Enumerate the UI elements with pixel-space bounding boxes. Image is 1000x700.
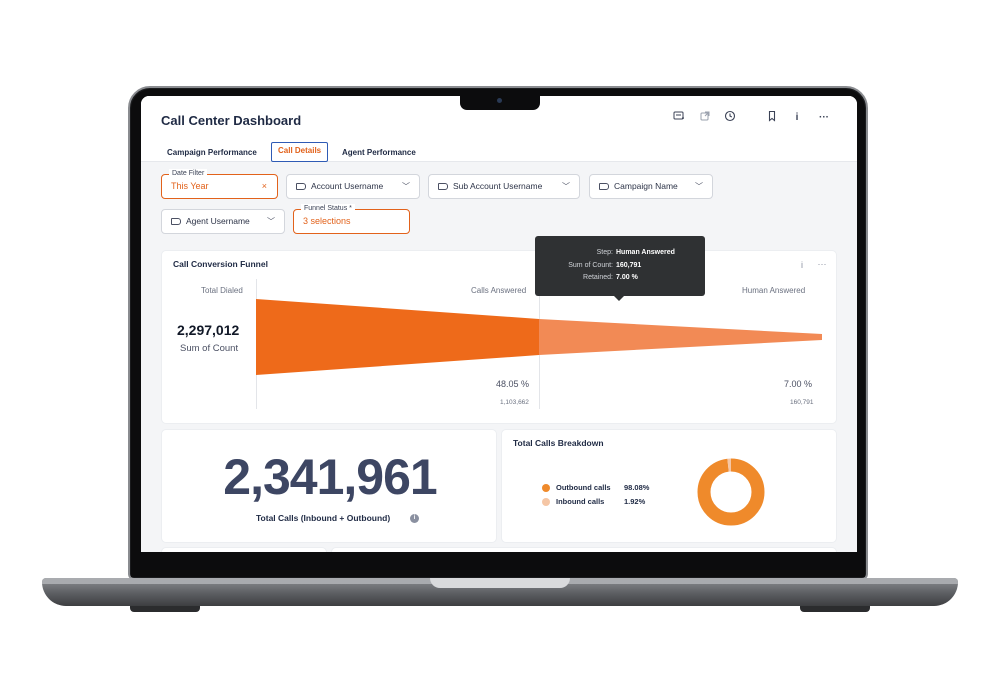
campaign-name-filter[interactable]: Campaign Name ﹀: [589, 174, 713, 199]
funnel-card-title: Call Conversion Funnel: [173, 259, 268, 269]
legend-value: 1.92%: [624, 497, 646, 506]
agent-username-filter[interactable]: Agent Username ﹀: [161, 209, 285, 234]
legend-swatch: [542, 498, 550, 506]
funnel-segment-calls-answered[interactable]: [256, 299, 539, 375]
date-filter-value: This Year: [171, 181, 209, 191]
chevron-down-icon: ﹀: [402, 182, 410, 191]
legend-name: Inbound calls: [556, 497, 605, 506]
agent-username-label: Agent Username: [186, 216, 250, 226]
info-icon[interactable]: i: [410, 514, 419, 523]
funnel-status-filter[interactable]: Funnel Status * 3 selections: [293, 204, 410, 234]
total-calls-label: Total Calls (Inbound + Outbound): [256, 513, 391, 523]
tag-icon: [296, 183, 306, 190]
tooltip-row: Step: Human Answered: [535, 249, 705, 259]
tooltip-value: 7.00 %: [616, 274, 638, 281]
tooltip-key: Retained:: [583, 274, 613, 281]
page-title: Call Center Dashboard: [161, 113, 302, 128]
tag-icon: [171, 218, 181, 225]
calls-answered-count: 1,103,662: [500, 399, 529, 406]
breakdown-donut-chart: [697, 458, 765, 526]
tooltip-value: 160,791: [616, 262, 642, 269]
tooltip-arrow: [614, 296, 624, 301]
breakdown-card-title: Total Calls Breakdown: [513, 438, 604, 448]
date-filter[interactable]: Date Filter This Year ×: [161, 169, 278, 199]
camera-notch: [460, 95, 540, 110]
laptop-chin: [131, 553, 865, 577]
funnel-segment-human-answered[interactable]: [539, 319, 822, 355]
total-calls-value: 2,341,961: [223, 449, 437, 505]
funnel-status-label: Funnel Status *: [301, 204, 355, 213]
total-calls-card: 2,341,961 Total Calls (Inbound + Outboun…: [161, 429, 497, 543]
funnel-chart: [256, 299, 822, 375]
tooltip-key: Step:: [596, 249, 613, 256]
bookmark-icon[interactable]: [764, 110, 780, 126]
clear-icon[interactable]: ×: [262, 175, 267, 198]
human-answered-pct: 7.00 %: [784, 379, 813, 389]
laptop-opening-groove: [430, 578, 570, 588]
legend-swatch: [542, 484, 550, 492]
chevron-down-icon: ﹀: [267, 217, 275, 226]
info-icon[interactable]: i: [794, 257, 810, 273]
info-icon[interactable]: i: [789, 110, 805, 126]
total-dialed-sub: Sum of Count: [180, 343, 239, 354]
bottom-card: [161, 547, 327, 552]
legend-value: 98.08%: [624, 483, 650, 492]
more-icon[interactable]: ···: [816, 110, 832, 126]
human-answered-count: 160,791: [790, 399, 814, 406]
sub-account-username-filter[interactable]: Sub Account Username ﹀: [428, 174, 580, 199]
filter-add-icon[interactable]: [671, 110, 687, 126]
chevron-down-icon: ﹀: [695, 182, 703, 191]
tooltip-key: Sum of Count:: [568, 262, 613, 269]
donut-slice-outbound[interactable]: [697, 458, 765, 526]
sub-account-username-label: Sub Account Username: [453, 181, 543, 191]
tab-agent-performance[interactable]: Agent Performance: [342, 144, 416, 162]
chevron-down-icon: ﹀: [562, 182, 570, 191]
date-filter-label: Date Filter: [169, 169, 208, 178]
tag-icon: [438, 183, 448, 190]
tab-campaign-performance[interactable]: Campaign Performance: [167, 144, 257, 162]
total-dialed-label: Total Dialed: [201, 286, 243, 295]
tooltip-row: Sum of Count: 160,791: [535, 262, 705, 272]
account-username-filter[interactable]: Account Username ﹀: [286, 174, 420, 199]
total-calls-breakdown-card: Total Calls Breakdown Outbound calls 98.…: [501, 429, 837, 543]
total-dialed-value: 2,297,012: [177, 322, 240, 338]
funnel-status-value: 3 selections: [303, 216, 351, 226]
dashboard-screen: Call Center Dashboard i ··· Campaign Per…: [141, 96, 857, 552]
tooltip-value: Human Answered: [616, 249, 675, 256]
external-link-icon[interactable]: [697, 110, 713, 126]
camera-icon: [497, 98, 502, 103]
step-human-answered-label: Human Answered: [742, 286, 806, 295]
tag-icon: [599, 183, 609, 190]
tab-call-details[interactable]: Call Details: [271, 142, 329, 162]
laptop-foot-right: [800, 606, 870, 612]
account-username-label: Account Username: [311, 181, 384, 191]
tooltip-row: Retained: 7.00 %: [535, 274, 705, 284]
bottom-card: [331, 547, 837, 552]
step-calls-answered-label: Calls Answered: [471, 286, 527, 295]
campaign-name-label: Campaign Name: [614, 181, 678, 191]
call-conversion-funnel-card: Call Conversion Funnel i ··· Total Diale…: [161, 250, 837, 424]
legend-name: Outbound calls: [556, 483, 611, 492]
funnel-tooltip: Step: Human Answered Sum of Count: 160,7…: [535, 236, 705, 301]
clock-icon[interactable]: [722, 110, 738, 126]
more-icon[interactable]: ···: [814, 256, 830, 272]
laptop-foot-left: [130, 606, 200, 612]
calls-answered-pct: 48.05 %: [496, 379, 530, 389]
